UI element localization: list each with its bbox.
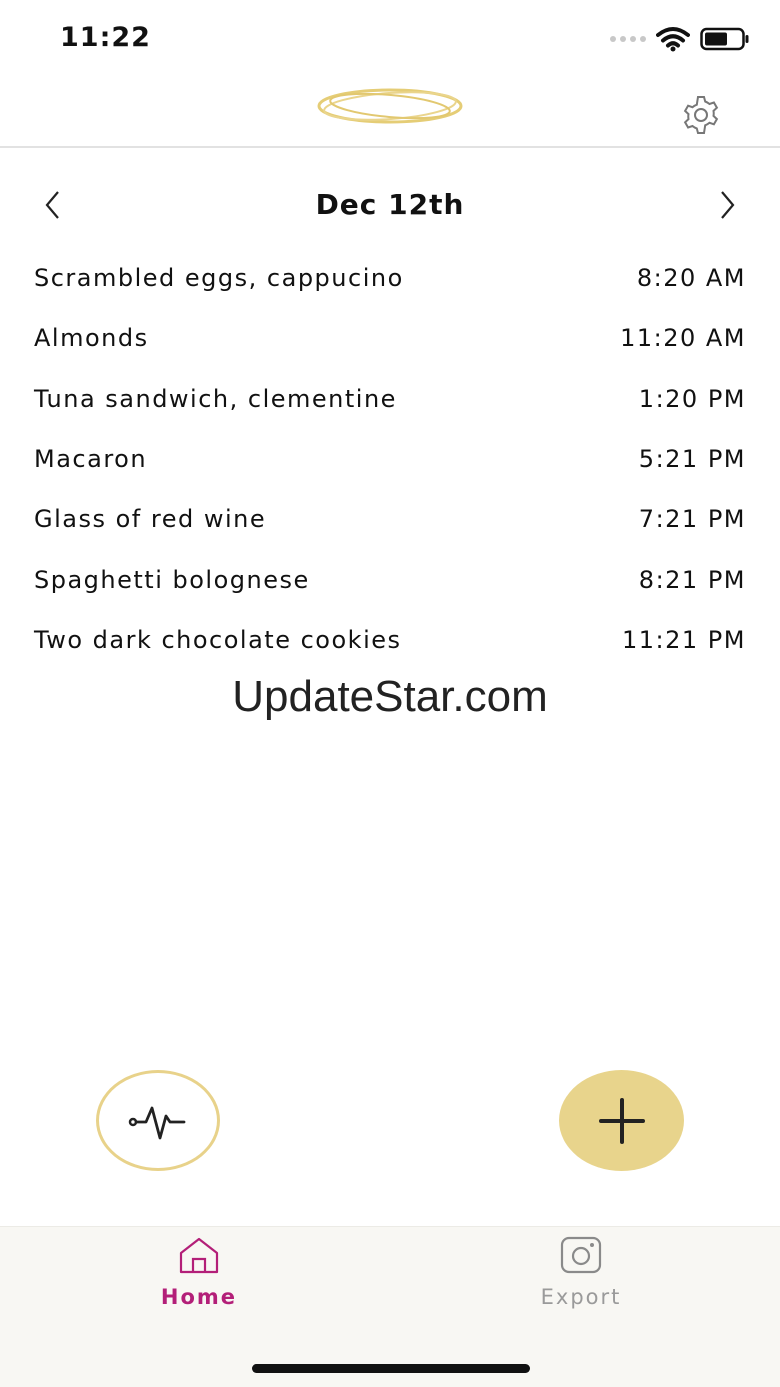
list-item[interactable]: Spaghetti bolognese 8:21 PM bbox=[34, 549, 746, 609]
meal-name: Glass of red wine bbox=[34, 505, 267, 534]
battery-icon bbox=[700, 27, 749, 51]
tab-bar: Home Export bbox=[0, 1226, 780, 1387]
status-bar: 11:22 bbox=[0, 0, 780, 80]
signal-icon bbox=[610, 36, 646, 42]
watermark-text: UpdateStar.com bbox=[232, 672, 548, 721]
tab-home[interactable]: Home bbox=[99, 1227, 299, 1309]
camera-icon bbox=[560, 1236, 602, 1274]
meal-list: Scrambled eggs, cappucino 8:20 AM Almond… bbox=[34, 248, 746, 670]
meal-name: Spaghetti bolognese bbox=[34, 565, 310, 594]
home-indicator[interactable] bbox=[252, 1364, 530, 1373]
date-title: Dec 12th bbox=[315, 188, 465, 221]
app-header bbox=[0, 80, 780, 148]
meal-name: Scrambled eggs, cappucino bbox=[34, 264, 404, 293]
plus-icon bbox=[598, 1097, 645, 1144]
list-item[interactable]: Tuna sandwich, clementine 1:20 PM bbox=[34, 369, 746, 429]
tab-export[interactable]: Export bbox=[481, 1227, 681, 1309]
gold-rings-logo bbox=[317, 88, 463, 124]
meal-name: Macaron bbox=[34, 445, 148, 474]
list-item[interactable]: Almonds 11:20 AM bbox=[34, 308, 746, 368]
meal-time: 11:20 AM bbox=[620, 324, 746, 353]
meal-name: Almonds bbox=[34, 324, 149, 353]
add-meal-button[interactable] bbox=[559, 1070, 684, 1171]
date-navigation: Dec 12th bbox=[0, 180, 780, 232]
pulse-button[interactable] bbox=[96, 1070, 220, 1171]
meal-time: 8:21 PM bbox=[638, 565, 746, 594]
list-item[interactable]: Macaron 5:21 PM bbox=[34, 429, 746, 489]
list-item[interactable]: Scrambled eggs, cappucino 8:20 AM bbox=[34, 248, 746, 308]
meal-time: 7:21 PM bbox=[638, 505, 746, 534]
meal-name: Two dark chocolate cookies bbox=[34, 625, 402, 654]
heartbeat-icon bbox=[128, 1106, 186, 1139]
list-item[interactable]: Glass of red wine 7:21 PM bbox=[34, 489, 746, 549]
list-item[interactable]: Two dark chocolate cookies 11:21 PM bbox=[34, 610, 746, 670]
tab-export-label: Export bbox=[540, 1285, 622, 1309]
meal-time: 11:21 PM bbox=[622, 625, 746, 654]
meal-time: 1:20 PM bbox=[638, 384, 746, 413]
meal-time: 5:21 PM bbox=[638, 445, 746, 474]
meal-time: 8:20 AM bbox=[636, 264, 746, 293]
chevron-right-icon[interactable] bbox=[714, 190, 740, 220]
status-icons bbox=[610, 26, 750, 52]
meal-name: Tuna sandwich, clementine bbox=[34, 384, 397, 413]
gear-icon[interactable] bbox=[678, 94, 724, 136]
status-time: 11:22 bbox=[60, 22, 151, 53]
home-icon bbox=[179, 1237, 219, 1274]
tab-home-label: Home bbox=[160, 1285, 238, 1309]
wifi-icon bbox=[656, 27, 690, 52]
